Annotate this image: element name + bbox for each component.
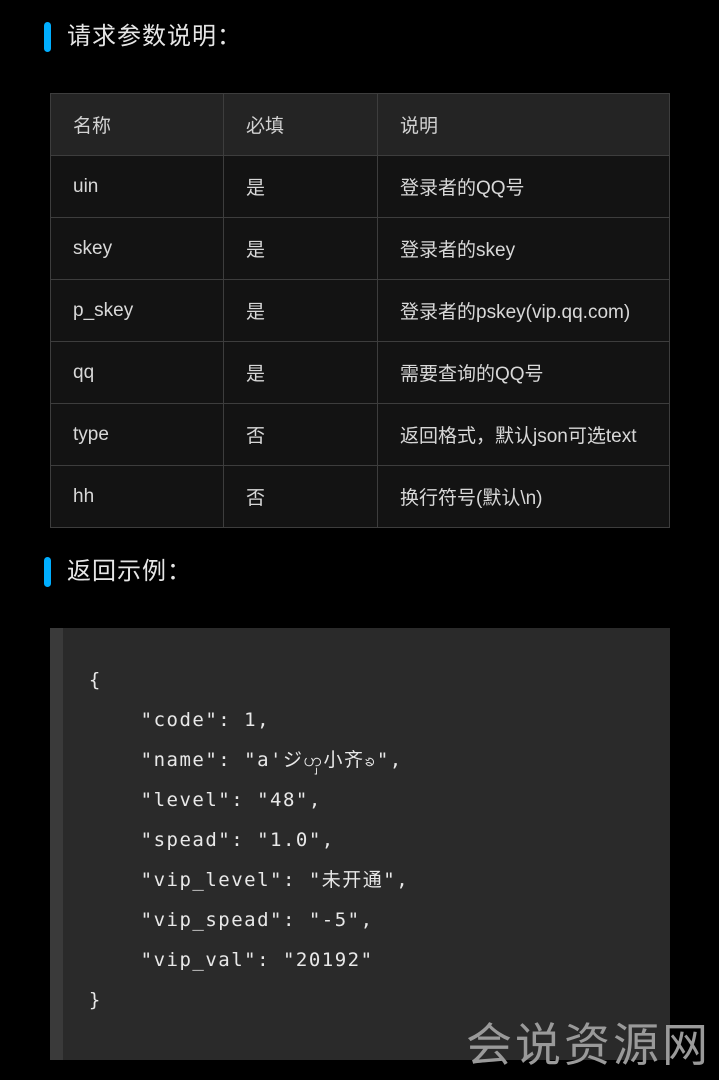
section-heading-params: 请求参数说明： [44,22,242,52]
cell-param-name: p_skey [50,279,224,342]
cell-param-name: uin [50,155,224,218]
code-example-text: { "code": 1, "name": "a'ジၯ小齐ၶ", "level":… [88,669,410,1011]
cell-param-name: skey [50,217,224,280]
cell-param-desc: 需要查询的QQ号 [377,341,670,404]
table-row: uin 是 登录者的QQ号 [50,155,670,218]
cell-param-desc: 返回格式，默认json可选text [377,403,670,466]
cell-param-name: qq [50,341,224,404]
column-header-name: 名称 [50,93,224,156]
cell-param-required: 是 [223,279,378,342]
cell-param-name: hh [50,465,224,528]
table-header-row: 名称 必填 说明 [50,93,670,156]
column-header-desc: 说明 [377,93,670,156]
parameters-table: 名称 必填 说明 uin 是 登录者的QQ号 skey 是 登录者的skey p… [50,93,670,528]
section-title-params: 请求参数说明： [67,23,242,50]
table-row: type 否 返回格式，默认json可选text [50,403,670,466]
code-example-block: { "code": 1, "name": "a'ジၯ小齐ၶ", "level":… [50,628,670,1060]
section-heading-example: 返回示例： [44,557,192,587]
cell-param-required: 否 [223,403,378,466]
table-row: hh 否 换行符号(默认\n) [50,465,670,528]
page-root: { "theme": { "background": "#000000", "a… [0,0,719,1080]
cell-param-desc: 登录者的pskey(vip.qq.com) [377,279,670,342]
cell-param-required: 是 [223,341,378,404]
cell-param-desc: 登录者的skey [377,217,670,280]
cell-param-required: 是 [223,155,378,218]
section-title-example: 返回示例： [67,558,192,585]
cell-param-desc: 登录者的QQ号 [377,155,670,218]
table-row: skey 是 登录者的skey [50,217,670,280]
cell-param-required: 是 [223,217,378,280]
accent-bar-icon [44,22,51,52]
cell-param-required: 否 [223,465,378,528]
cell-param-desc: 换行符号(默认\n) [377,465,670,528]
accent-bar-icon [44,557,51,587]
table-row: qq 是 需要查询的QQ号 [50,341,670,404]
table-row: p_skey 是 登录者的pskey(vip.qq.com) [50,279,670,342]
column-header-required: 必填 [223,93,378,156]
code-gutter [50,628,63,1060]
cell-param-name: type [50,403,224,466]
